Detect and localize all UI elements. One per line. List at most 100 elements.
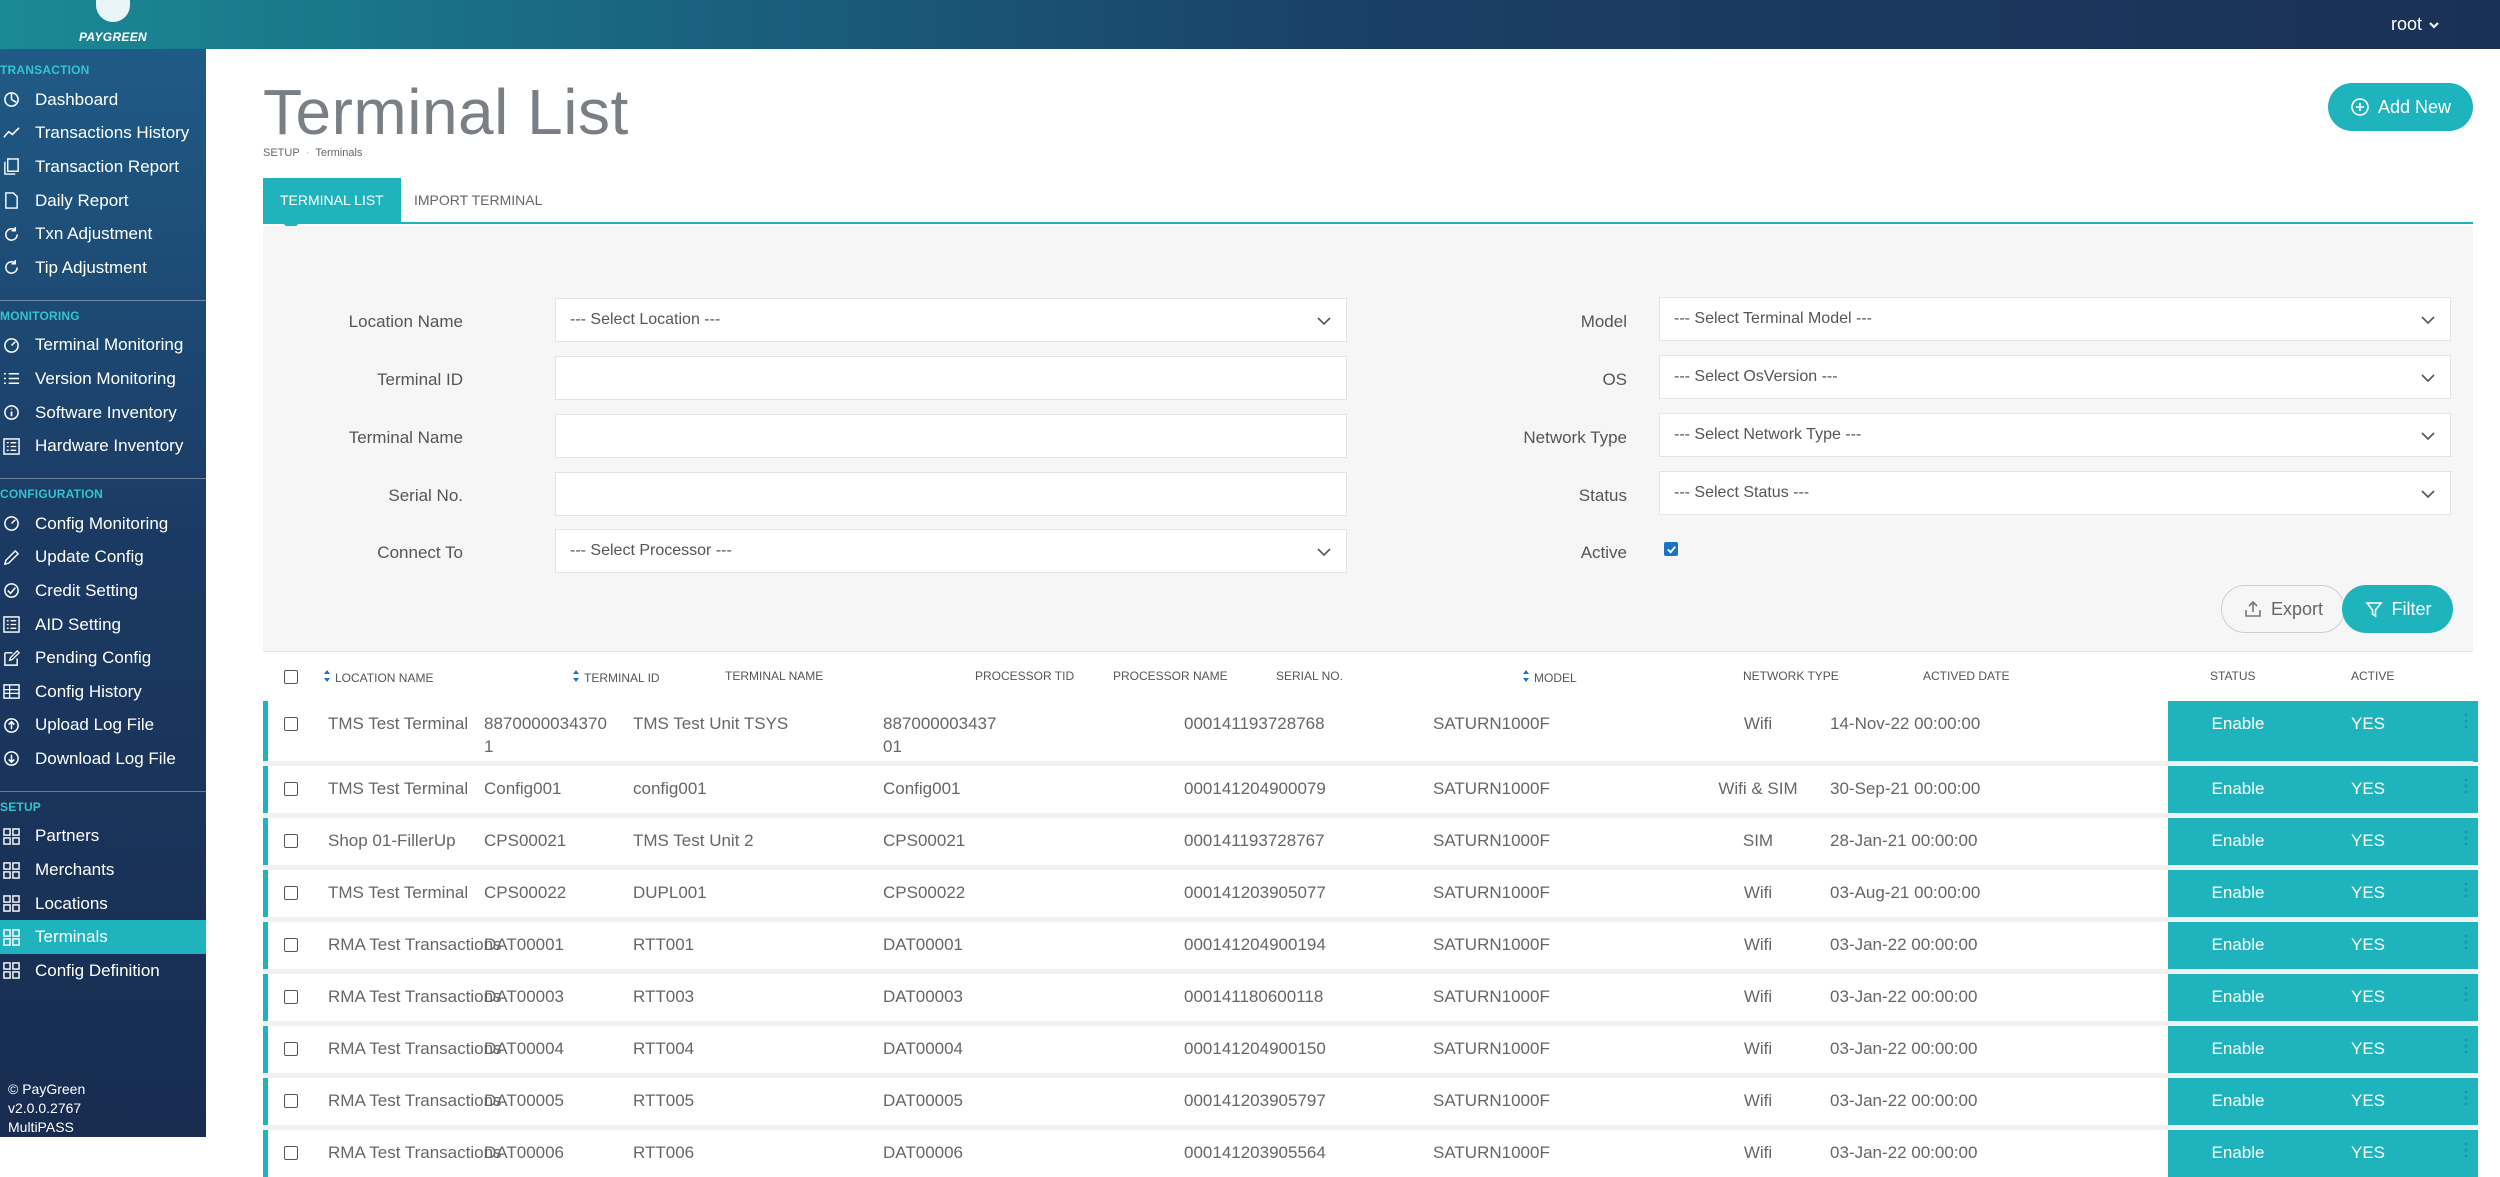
chevron-down-icon	[2421, 374, 2435, 383]
sidebar-item-config-monitoring[interactable]: Config Monitoring	[0, 507, 206, 541]
status-select[interactable]: --- Select Status ---	[1659, 471, 2451, 515]
serial-no-cell: 000141193728768	[1184, 714, 1325, 733]
model-select[interactable]: --- Select Terminal Model ---	[1659, 297, 2451, 341]
column-network-type[interactable]: NETWORK TYPE	[1743, 669, 1839, 683]
row-checkbox[interactable]	[284, 782, 298, 796]
row-checkbox[interactable]	[284, 938, 298, 952]
row-checkbox[interactable]	[284, 834, 298, 848]
sidebar-item-daily-report[interactable]: Daily Report	[0, 184, 206, 218]
tab-import-terminal[interactable]: IMPORT TERMINAL	[397, 178, 559, 222]
column-processor-tid[interactable]: PROCESSOR TID	[975, 669, 1074, 683]
paygreen-logo[interactable]: PAYGREEN	[70, 0, 156, 49]
sidebar-section-title: SETUP	[0, 799, 42, 814]
processor-select[interactable]: --- Select Processor ---	[555, 529, 1347, 573]
table-row[interactable]: Shop 01-FillerUp CPS00021 TMS Test Unit 2 C…	[263, 818, 2478, 865]
terminal-name-input[interactable]	[555, 414, 1347, 458]
sidebar-item-download-log-file[interactable]: Download Log File	[0, 742, 206, 776]
user-menu[interactable]: root	[2391, 14, 2440, 35]
table-row[interactable]: RMA Test Transactions DAT00001 RTT001 DAT00…	[263, 922, 2478, 969]
sidebar-item-label: Transactions History	[35, 123, 190, 143]
more-options-icon[interactable]	[2464, 1142, 2468, 1158]
column-model[interactable]: MODEL	[1522, 669, 1577, 686]
row-checkbox[interactable]	[284, 1042, 298, 1056]
select-all-checkbox[interactable]	[284, 670, 298, 684]
column-serial-no[interactable]: SERIAL NO.	[1276, 669, 1343, 683]
sidebar-item-pending-config[interactable]: Pending Config	[0, 641, 206, 675]
grid-icon	[2, 895, 20, 913]
more-options-icon[interactable]	[2464, 713, 2468, 729]
sidebar-divider	[0, 477, 206, 479]
row-checkbox[interactable]	[284, 717, 298, 731]
sidebar-item-config-definition[interactable]: Config Definition	[0, 954, 206, 988]
column-location-name[interactable]: LOCATION NAME	[323, 669, 433, 686]
column-terminal-name[interactable]: TERMINAL NAME	[725, 669, 823, 683]
sidebar-item-transaction-report[interactable]: Transaction Report	[0, 150, 206, 184]
sidebar-item-terminals[interactable]: Terminals	[0, 920, 206, 955]
table-row[interactable]: TMS Test Terminal 8870000034370 1 TMS Test …	[263, 701, 2478, 762]
table-row[interactable]: TMS Test Terminal Config001 config001 Confi…	[263, 766, 2478, 813]
column-terminal-id[interactable]: TERMINAL ID	[572, 669, 660, 686]
tab-terminal-list[interactable]: TERMINAL LIST	[263, 178, 401, 232]
column-actived-date[interactable]: ACTIVED DATE	[1923, 669, 2009, 683]
filter-button[interactable]: Filter	[2342, 585, 2453, 633]
sidebar-divider	[0, 790, 206, 792]
actived-date-cell: 03-Jan-22 00:00:00	[1830, 987, 1978, 1006]
more-options-icon[interactable]	[2464, 778, 2468, 794]
sidebar-item-transactions-history[interactable]: Transactions History	[0, 117, 206, 151]
column-active[interactable]: ACTIVE	[2351, 669, 2394, 683]
sidebar-item-credit-setting[interactable]: Credit Setting	[0, 574, 206, 608]
location-select[interactable]: --- Select Location ---	[555, 298, 1347, 342]
sidebar-item-software-inventory[interactable]: Software Inventory	[0, 396, 206, 430]
more-options-icon[interactable]	[2464, 1038, 2468, 1054]
active-checkbox[interactable]	[1664, 542, 1678, 556]
table-row[interactable]: RMA Test Transactions DAT00005 RTT005 DAT00…	[263, 1078, 2478, 1125]
sidebar-item-merchants[interactable]: Merchants	[0, 853, 206, 887]
os-select[interactable]: --- Select OsVersion ---	[1659, 355, 2451, 399]
sidebar-item-txn-adjustment[interactable]: Txn Adjustment	[0, 217, 206, 251]
table-row[interactable]: RMA Test Transactions DAT00006 RTT006 DAT00…	[263, 1130, 2478, 1177]
sidebar-item-aid-setting[interactable]: AID Setting	[0, 608, 206, 642]
sidebar-item-upload-log-file[interactable]: Upload Log File	[0, 709, 206, 743]
row-checkbox[interactable]	[284, 1094, 298, 1108]
row-checkbox[interactable]	[284, 990, 298, 1004]
export-button[interactable]: Export	[2221, 585, 2345, 633]
sidebar-item-terminal-monitoring[interactable]: Terminal Monitoring	[0, 329, 206, 363]
sidebar-footer: © PayGreen v2.0.0.2767 MultiPASS	[8, 1080, 85, 1137]
more-options-icon[interactable]	[2464, 882, 2468, 898]
sidebar-item-update-config[interactable]: Update Config	[0, 541, 206, 575]
active-cell: YES	[2350, 714, 2386, 733]
more-options-icon[interactable]	[2464, 934, 2468, 950]
sidebar-item-hardware-inventory[interactable]: Hardware Inventory	[0, 429, 206, 463]
table-row[interactable]: TMS Test Terminal CPS00022 DUPL001 CPS00022…	[263, 870, 2478, 917]
more-options-icon[interactable]	[2464, 986, 2468, 1002]
sidebar-item-tip-adjustment[interactable]: Tip Adjustment	[0, 251, 206, 285]
file-icon	[2, 192, 20, 210]
row-checkbox[interactable]	[284, 1146, 298, 1160]
row-checkbox[interactable]	[284, 886, 298, 900]
column-processor-name[interactable]: PROCESSOR NAME	[1113, 669, 1228, 683]
sidebar-item-label: Upload Log File	[35, 715, 155, 735]
more-options-icon[interactable]	[2464, 1090, 2468, 1106]
table-row[interactable]: RMA Test Transactions DAT00004 RTT004 DAT00…	[263, 1026, 2478, 1073]
column-status[interactable]: STATUS	[2210, 669, 2256, 683]
active-cell: YES	[2350, 935, 2386, 954]
sidebar-item-version-monitoring[interactable]: Version Monitoring	[0, 362, 206, 396]
breadcrumb-item[interactable]: SETUP	[263, 147, 300, 159]
serial-no-input[interactable]	[555, 472, 1347, 516]
terminal-id-cell: CPS00021	[484, 831, 567, 850]
sort-icon	[573, 670, 579, 682]
sidebar-item-label: Hardware Inventory	[35, 436, 184, 456]
terminal-id-input[interactable]	[555, 356, 1347, 400]
table-row[interactable]: RMA Test Transactions DAT00003 RTT003 DAT00…	[263, 974, 2478, 1021]
add-new-button[interactable]: Add New	[2328, 83, 2473, 131]
connect-to-label: Connect To	[377, 543, 463, 562]
sidebar-item-config-history[interactable]: Config History	[0, 675, 206, 709]
sidebar-item-dashboard[interactable]: Dashboard	[0, 83, 206, 117]
location-cell: RMA Test Transactions	[328, 1039, 502, 1058]
network-type-select[interactable]: --- Select Network Type ---	[1659, 413, 2451, 457]
sidebar-item-partners[interactable]: Partners	[0, 820, 206, 854]
more-options-icon[interactable]	[2464, 830, 2468, 846]
sidebar-item-locations[interactable]: Locations	[0, 887, 206, 921]
active-cell: YES	[2350, 1039, 2386, 1058]
processor-tid-cell: CPS00022	[883, 883, 966, 902]
